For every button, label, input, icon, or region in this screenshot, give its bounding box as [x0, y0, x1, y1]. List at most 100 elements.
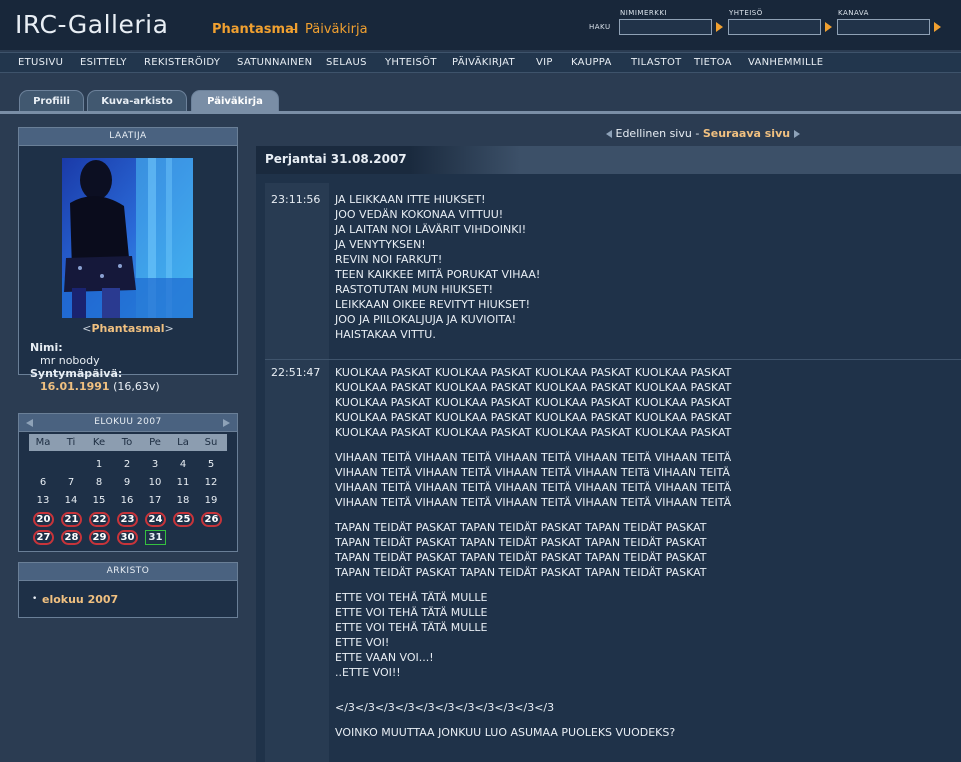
weekday-su: Su [204, 437, 218, 448]
entry-line: LEIKKAAN OIKEE REVITYT HIUKSET! [335, 298, 531, 311]
entry-line: TAPAN TEIDÄT PASKAT TAPAN TEIDÄT PASKAT … [335, 566, 707, 579]
next-page-icon[interactable] [793, 130, 800, 138]
calendar-day-with-entry[interactable]: 23 [117, 512, 138, 527]
author-panel-title: LAATIJA [19, 128, 237, 146]
calendar-day-with-entry[interactable]: 25 [173, 512, 194, 527]
nav-vanhemmille[interactable]: VANHEMMILLE [748, 57, 823, 68]
entry-divider [265, 359, 961, 360]
entry-line: KUOLKAA PASKAT KUOLKAA PASKAT KUOLKAA PA… [335, 396, 732, 409]
calendar-day-with-entry[interactable]: 29 [89, 530, 110, 545]
nav-satunnainen[interactable]: SATUNNAINEN [237, 57, 312, 68]
calendar-day[interactable]: 12 [201, 476, 221, 490]
community-search-label: YHTEISÖ [729, 9, 763, 17]
weekday-to: To [121, 437, 133, 448]
calendar-day[interactable]: 16 [117, 494, 137, 508]
calendar-weekdays: Ma Ti Ke To Pe La Su [29, 434, 227, 451]
nick-search-label: NIMIMERKKI [620, 9, 667, 17]
community-search-input[interactable] [728, 19, 821, 35]
time-column [265, 183, 329, 762]
birth-date: 16.01.1991 [40, 380, 110, 393]
calendar-day[interactable]: 14 [61, 494, 81, 508]
calendar-day-with-entry[interactable]: 27 [33, 530, 54, 545]
calendar-day[interactable]: 7 [61, 476, 81, 490]
archive-item[interactable]: elokuu 2007 [42, 593, 118, 606]
nav-yhteisot[interactable]: YHTEISÖT [385, 57, 437, 68]
calendar-day[interactable]: 15 [89, 494, 109, 508]
entry-line: TEEN KAIKKEE MITÄ PORUKAT VIHAA! [335, 268, 541, 281]
calendar-day-with-entry[interactable]: 21 [61, 512, 82, 527]
calendar-day-with-entry[interactable]: 20 [33, 512, 54, 527]
channel-search-label: KANAVA [838, 9, 869, 17]
nav-selaus[interactable]: SELAUS [326, 57, 367, 68]
prev-page-link[interactable]: Edellinen sivu [616, 127, 692, 140]
birth-value: 16.01.1991 (16,63v) [40, 380, 160, 393]
entry-line: ETTE VAAN VOI...! [335, 651, 434, 664]
tab-paivakirja[interactable]: Päiväkirja [191, 90, 279, 112]
calendar-day[interactable]: 13 [33, 494, 53, 508]
calendar-day-with-entry[interactable]: 28 [61, 530, 82, 545]
nav-kauppa[interactable]: KAUPPA [571, 57, 612, 68]
channel-search-input[interactable] [837, 19, 930, 35]
weekday-ma: Ma [35, 437, 51, 448]
calendar-day-with-entry[interactable]: 30 [117, 530, 138, 545]
nick-search-input[interactable] [619, 19, 712, 35]
calendar-today[interactable]: 31 [145, 530, 166, 545]
community-search-go-icon[interactable] [825, 22, 832, 32]
nick-search-go-icon[interactable] [716, 22, 723, 32]
prev-page-icon[interactable] [606, 130, 612, 138]
entry-line: VIHAAN TEITÄ VIHAAN TEITÄ VIHAAN TEITÄ V… [335, 496, 732, 509]
header-separator: - [291, 22, 296, 37]
calendar-panel: ELOKUU 2007 Ma Ti Ke To Pe La Su 1 2 3 4 5 6 7 8 9 10 11… [18, 413, 238, 552]
profile-link-right: > [164, 322, 174, 335]
entry-line: ..ETTE VOI!! [335, 666, 401, 679]
calendar-day-with-entry[interactable]: 22 [89, 512, 110, 527]
tab-profiili[interactable]: Profiili [19, 90, 84, 112]
calendar-day[interactable]: 3 [145, 458, 165, 472]
entry-line: VOINKO MUUTTAA JONKUU LUO ASUMAA PUOLEKS… [335, 726, 676, 739]
calendar-day-with-entry[interactable]: 24 [145, 512, 166, 527]
nav-tietoa[interactable]: TIETOA [694, 57, 732, 68]
next-page-link[interactable]: Seuraava sivu [703, 127, 790, 140]
calendar-day[interactable]: 5 [201, 458, 221, 472]
site-logo[interactable]: IRC-Galleria [15, 10, 168, 39]
calendar-day[interactable]: 1 [89, 458, 109, 472]
profile-username[interactable]: Phantasmal [91, 322, 164, 335]
calendar-day[interactable]: 6 [33, 476, 53, 490]
nav-tilastot[interactable]: TILASTOT [631, 57, 682, 68]
nav-etusivu[interactable]: ETUSIVU [18, 57, 63, 68]
archive-bullet-icon: • [32, 594, 38, 604]
nav-vip[interactable]: VIP [536, 57, 553, 68]
archive-title: ARKISTO [19, 563, 237, 581]
nav-paivakirjat[interactable]: PÄIVÄKIRJAT [452, 57, 515, 68]
nav-esittely[interactable]: ESITTELY [80, 57, 127, 68]
calendar-day[interactable]: 11 [173, 476, 193, 490]
calendar-day[interactable]: 17 [145, 494, 165, 508]
profile-username-link[interactable]: <Phantasmal> [19, 322, 237, 335]
pager: Edellinen sivu - Seuraava sivu [606, 127, 800, 140]
nav-rekisteroidy[interactable]: REKISTERÖIDY [144, 57, 220, 68]
weekday-la: La [177, 437, 189, 448]
entry-line: RASTOTUTAN MUN HIUKSET! [335, 283, 494, 296]
calendar-day[interactable]: 8 [89, 476, 109, 490]
calendar-day[interactable]: 18 [173, 494, 193, 508]
calendar-day[interactable]: 9 [117, 476, 137, 490]
entry-line: ETTE VOI TEHÄ TÄTÄ MULLE [335, 606, 488, 619]
tab-kuva-arkisto[interactable]: Kuva-arkisto [87, 90, 187, 112]
entry-line: </3</3</3</3</3</3</3</3</3</3</3 [335, 701, 555, 714]
archive-panel: ARKISTO • elokuu 2007 [18, 562, 238, 618]
next-month-icon[interactable] [223, 419, 230, 427]
pager-separator: - [695, 127, 700, 140]
calendar-day[interactable]: 10 [145, 476, 165, 490]
header-username[interactable]: Phantasmal [212, 22, 298, 37]
calendar-title: ELOKUU 2007 [94, 417, 162, 427]
main-nav: ETUSIVU ESITTELY REKISTERÖIDY SATUNNAINE… [0, 52, 961, 73]
entry-line: KUOLKAA PASKAT KUOLKAA PASKAT KUOLKAA PA… [335, 366, 732, 379]
prev-month-icon[interactable] [26, 419, 33, 427]
header-section: Päiväkirja [305, 22, 368, 37]
channel-search-go-icon[interactable] [934, 22, 941, 32]
calendar-day-with-entry[interactable]: 26 [201, 512, 222, 527]
profile-photo[interactable] [62, 158, 193, 318]
calendar-day[interactable]: 19 [201, 494, 221, 508]
calendar-day[interactable]: 4 [173, 458, 193, 472]
calendar-day[interactable]: 2 [117, 458, 137, 472]
